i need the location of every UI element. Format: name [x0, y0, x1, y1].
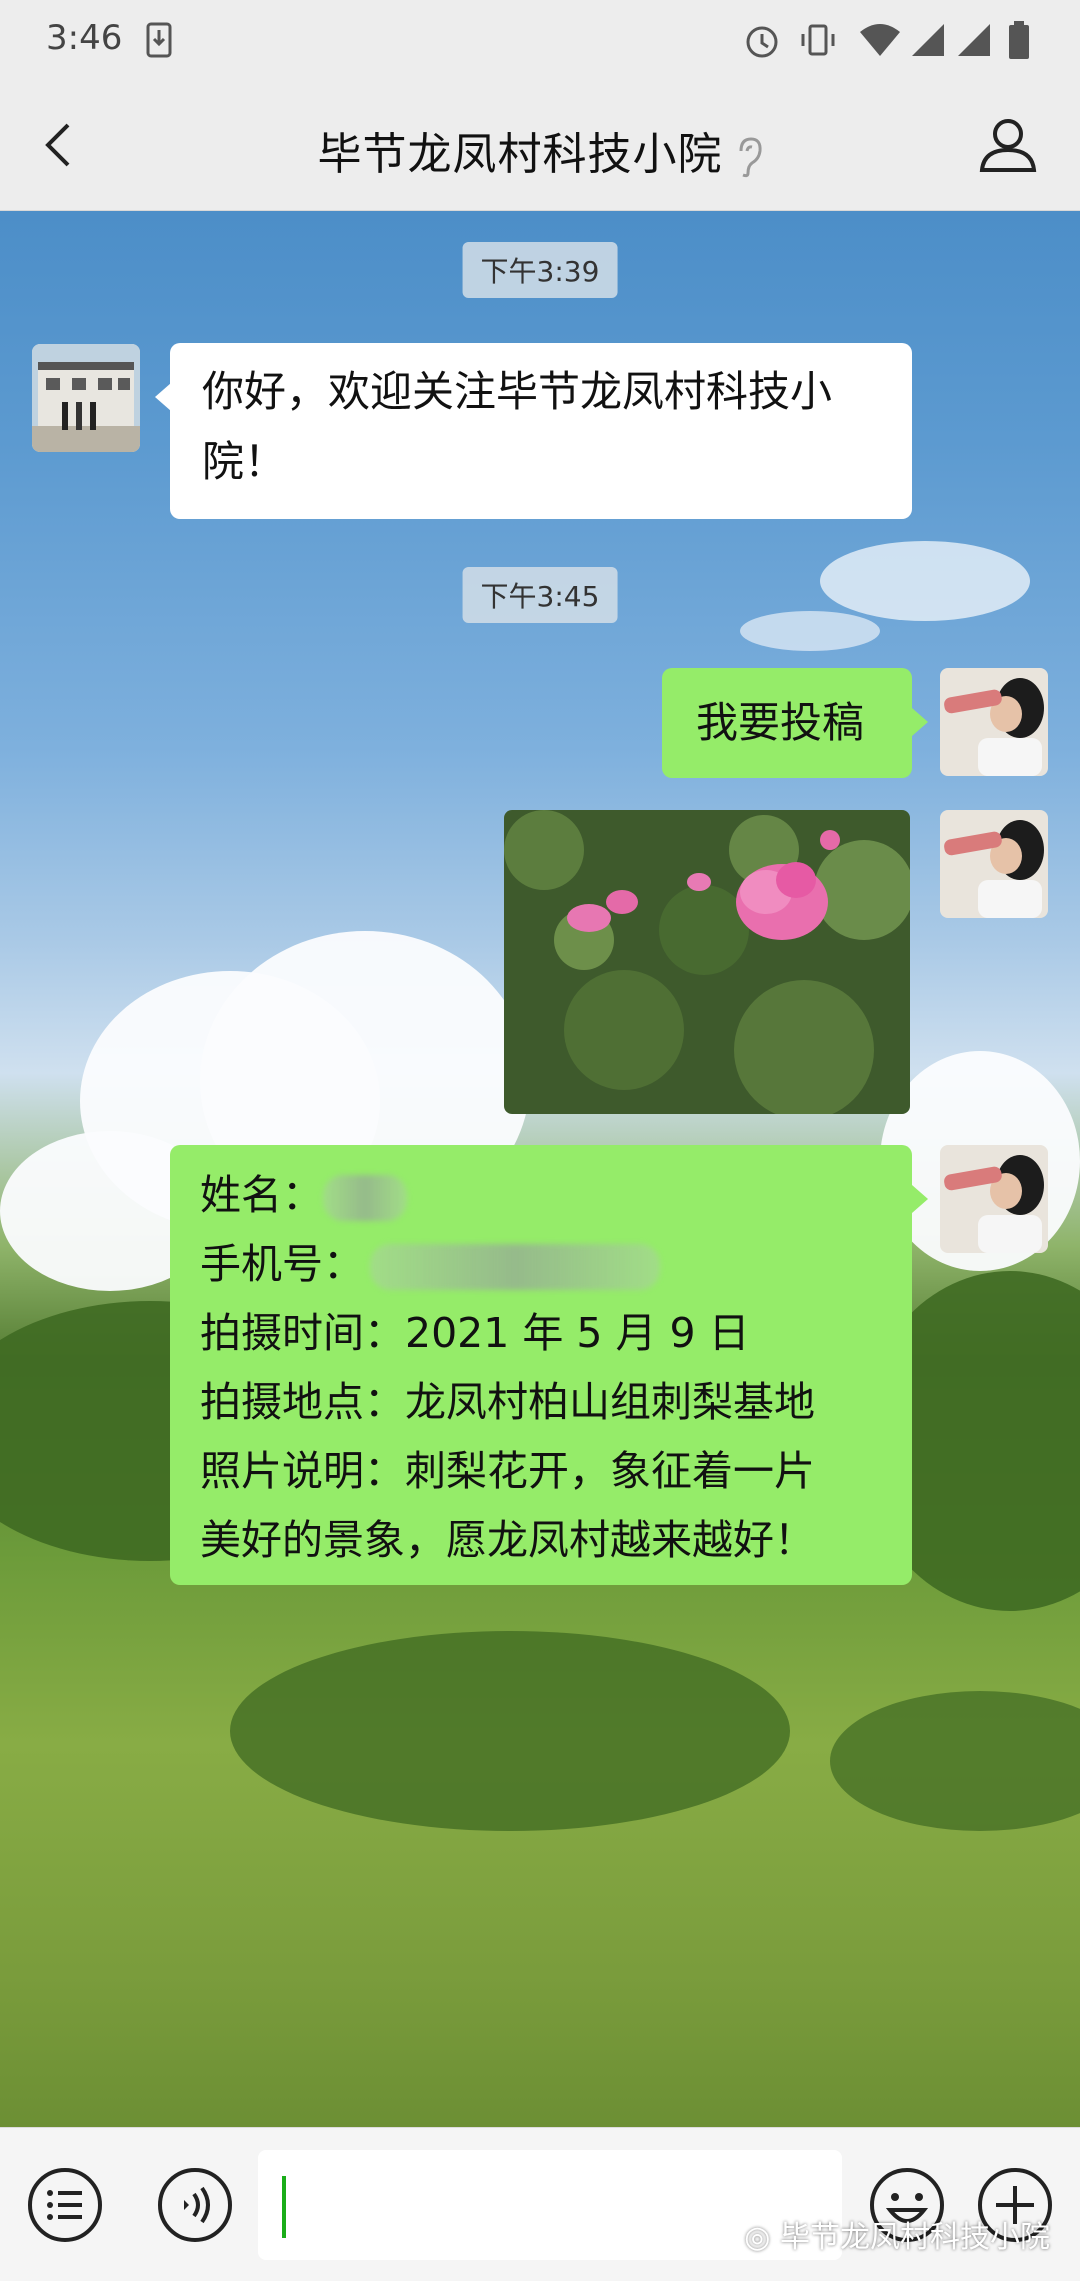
avatar-outgoing[interactable] [940, 810, 1048, 918]
avatar-outgoing[interactable] [940, 1145, 1048, 1253]
wifi-icon [860, 24, 900, 56]
shrub [830, 1691, 1080, 1831]
phone-label: 手机号： [200, 1240, 364, 1288]
user-photo [940, 810, 1048, 918]
avatar-outgoing[interactable] [940, 668, 1048, 776]
message-text: 我要投稿 [696, 698, 865, 747]
wechat-icon: ◎ [744, 2220, 780, 2255]
shrub [230, 1631, 790, 1831]
voice-icon[interactable] [156, 2166, 234, 2244]
form-line-time: 拍摄时间：2021 年 5 月 9 日 [200, 1309, 750, 1357]
name-label: 姓名： [200, 1171, 323, 1219]
person-icon[interactable] [976, 112, 1040, 176]
signal-icon-2 [958, 24, 990, 56]
blurred-name [323, 1175, 407, 1221]
form-line-desc-2: 美好的景象，愿龙凤村越来越好！ [200, 1516, 815, 1564]
bubble-tail [912, 708, 928, 736]
vibrate-icon [801, 24, 835, 56]
form-line-place: 拍摄地点：龙凤村柏山组刺梨基地 [200, 1378, 815, 1426]
avatar-incoming[interactable] [32, 344, 140, 452]
form-line-phone: 手机号： [200, 1230, 912, 1299]
blurred-phone [370, 1244, 660, 1290]
timestamp: 下午3:39 [462, 242, 618, 298]
message-bubble-outgoing[interactable]: 我要投稿 [662, 668, 912, 778]
status-time: 3:46 [46, 18, 123, 58]
chat-header: 毕节龙凤村科技小院 [0, 80, 1080, 211]
alarm-icon [746, 26, 778, 58]
ear-icon [739, 137, 762, 178]
form-line-desc-1: 照片说明：刺梨花开，象征着一片 [200, 1447, 815, 1495]
list-menu-icon[interactable] [26, 2166, 104, 2244]
rose-flower-photo [504, 810, 910, 1114]
cloud [740, 611, 880, 651]
message-bubble-incoming[interactable]: 你好，欢迎关注毕节龙凤村科技小院！ [170, 343, 912, 519]
input-bar: ◎ 毕节龙凤村科技小院 [0, 2127, 1080, 2281]
chat-title-wrap: 毕节龙凤村科技小院 [0, 118, 1080, 182]
chat-area[interactable]: 下午3:39 你好，欢迎关注毕节龙凤村科技小院！ 下午3:45 我要投稿 姓名：… [0, 211, 1080, 2127]
download-icon [146, 22, 172, 58]
chat-title: 毕节龙凤村科技小院 [317, 129, 723, 180]
watermark-text: 毕节龙凤村科技小院 [780, 2220, 1050, 2255]
bubble-tail [155, 383, 171, 411]
signal-icon [912, 24, 944, 56]
cloud [820, 541, 1030, 621]
message-bubble-outgoing[interactable]: 姓名： 手机号： 拍摄时间：2021 年 5 月 9 日 拍摄地点：龙凤村柏山组… [170, 1145, 912, 1585]
bubble-tail [912, 1185, 928, 1213]
battery-icon [1009, 21, 1029, 59]
watermark: ◎ 毕节龙凤村科技小院 [744, 2212, 1050, 2256]
user-photo [940, 1145, 1048, 1253]
message-text: 你好，欢迎关注毕节龙凤村科技小院！ [202, 367, 833, 486]
building-photo [32, 344, 140, 452]
form-line-name: 姓名： [200, 1161, 912, 1230]
status-bar: 3:46 [0, 0, 1080, 80]
timestamp: 下午3:45 [462, 567, 618, 623]
text-cursor [282, 2176, 286, 2238]
photo-message[interactable] [504, 810, 910, 1114]
user-photo [940, 668, 1048, 776]
